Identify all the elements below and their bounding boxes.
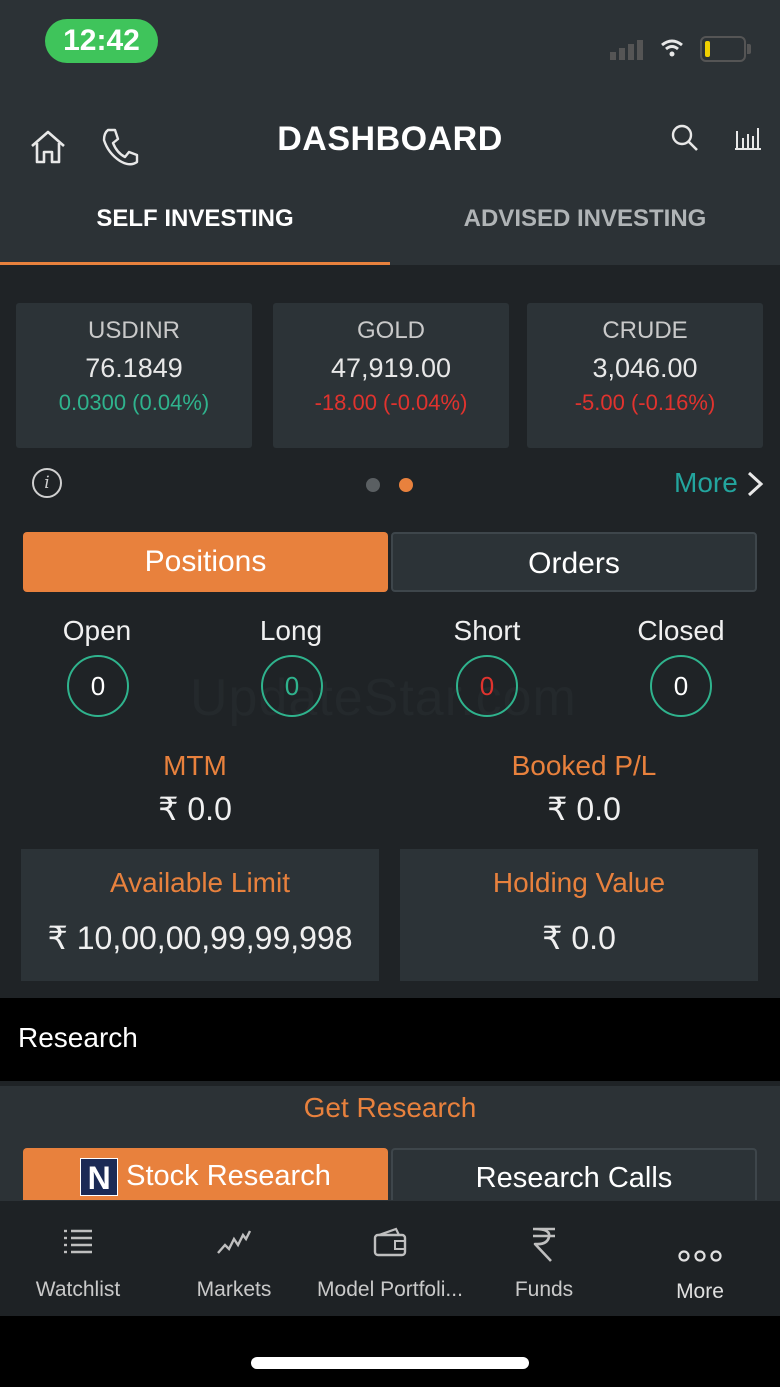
ticker-change: 0.0300 (0.04%): [58, 390, 210, 415]
status-time: 12:42: [45, 19, 158, 63]
counter-short[interactable]: 0: [456, 655, 518, 717]
more-link[interactable]: More: [674, 467, 738, 499]
ticker-change: -5.00 (-0.16%): [574, 390, 716, 415]
nav-watchlist-label: Watchlist: [35, 1278, 121, 1301]
active-tab-indicator: [0, 262, 390, 265]
get-research-label: Get Research: [303, 1092, 477, 1123]
ticker-price: 3,046.00: [592, 353, 698, 383]
available-limit-label: Available Limit: [109, 867, 291, 898]
page-title: DASHBOARD: [277, 120, 503, 158]
more-dots-icon: [678, 1250, 722, 1262]
holding-value-label: Holding Value: [492, 867, 666, 898]
research-title: Research: [18, 1022, 138, 1053]
carousel-dot-1[interactable]: [366, 478, 380, 492]
ticker-price: 47,919.00: [330, 353, 452, 383]
nav-markets[interactable]: Markets: [156, 1225, 312, 1302]
search-icon[interactable]: [670, 123, 700, 153]
nav-more-label: More: [676, 1280, 724, 1303]
booked-pl-label: Booked P/L: [511, 750, 657, 781]
ticker-symbol: GOLD: [356, 317, 425, 344]
wifi-icon: [661, 39, 683, 57]
nav-model-portfolio[interactable]: Model Portfoli...: [312, 1225, 468, 1302]
holding-value-card[interactable]: Holding Value ₹ 0.0: [400, 849, 758, 981]
mtm-value: ₹ 0.0: [158, 791, 232, 827]
research-calls-button[interactable]: Research Calls: [391, 1148, 757, 1200]
bar-chart-icon[interactable]: [734, 125, 762, 151]
holding-value-value: ₹ 0.0: [542, 920, 616, 956]
nav-watchlist[interactable]: Watchlist: [0, 1225, 156, 1302]
booked-pl-value: ₹ 0.0: [547, 791, 621, 827]
nav-funds-label: Funds: [514, 1278, 574, 1301]
ticker-symbol: USDINR: [87, 317, 180, 344]
ticker-price: 76.1849: [85, 353, 183, 383]
stock-research-button[interactable]: N Stock Research: [23, 1148, 388, 1200]
info-icon[interactable]: i: [32, 468, 62, 498]
nav-more[interactable]: More: [622, 1225, 778, 1304]
chevron-right-icon[interactable]: [746, 471, 764, 497]
rupee-icon: [533, 1227, 555, 1262]
ticker-symbol: CRUDE: [602, 317, 688, 344]
ticker-card-usdinr[interactable]: USDINR 76.1849 0.0300 (0.04%): [16, 303, 252, 448]
battery-icon: [700, 36, 751, 62]
counter-long[interactable]: 0: [261, 655, 323, 717]
home-indicator[interactable]: [251, 1357, 529, 1369]
tab-self-investing[interactable]: SELF INVESTING: [0, 205, 390, 233]
counter-label-short: Short: [453, 615, 521, 646]
watermark: UpdateStar.com: [190, 669, 577, 727]
ticker-change: -18.00 (-0.04%): [314, 390, 468, 415]
counter-label-closed: Closed: [637, 615, 725, 646]
stock-research-label: Stock Research: [126, 1160, 331, 1192]
available-limit-value: ₹ 10,00,00,99,99,998: [47, 920, 353, 956]
counter-label-long: Long: [259, 615, 323, 646]
counter-open[interactable]: 0: [67, 655, 129, 717]
nav-funds[interactable]: Funds: [466, 1225, 622, 1302]
nav-model-portfolio-label: Model Portfoli...: [317, 1278, 463, 1301]
chart-line-icon: [217, 1230, 252, 1254]
counter-closed[interactable]: 0: [650, 655, 712, 717]
more-link-label: More: [674, 467, 738, 498]
ticker-card-gold[interactable]: GOLD 47,919.00 -18.00 (-0.04%): [273, 303, 509, 448]
wallet-icon: [373, 1227, 407, 1257]
list-icon: [64, 1229, 92, 1254]
ticker-card-crude[interactable]: CRUDE 3,046.00 -5.00 (-0.16%): [527, 303, 763, 448]
signal-icon: [610, 40, 646, 60]
positions-button[interactable]: Positions: [23, 532, 388, 592]
carousel-dot-2[interactable]: [399, 478, 413, 492]
stock-research-logo: N: [80, 1158, 119, 1197]
mtm-label: MTM: [163, 750, 227, 781]
counter-label-open: Open: [62, 615, 132, 646]
tab-advised-investing[interactable]: ADVISED INVESTING: [390, 205, 780, 233]
home-indicator-area: [0, 1316, 780, 1387]
nav-markets-label: Markets: [196, 1278, 272, 1301]
available-limit-card[interactable]: Available Limit ₹ 10,00,00,99,99,998: [21, 849, 379, 981]
orders-button[interactable]: Orders: [391, 532, 757, 592]
